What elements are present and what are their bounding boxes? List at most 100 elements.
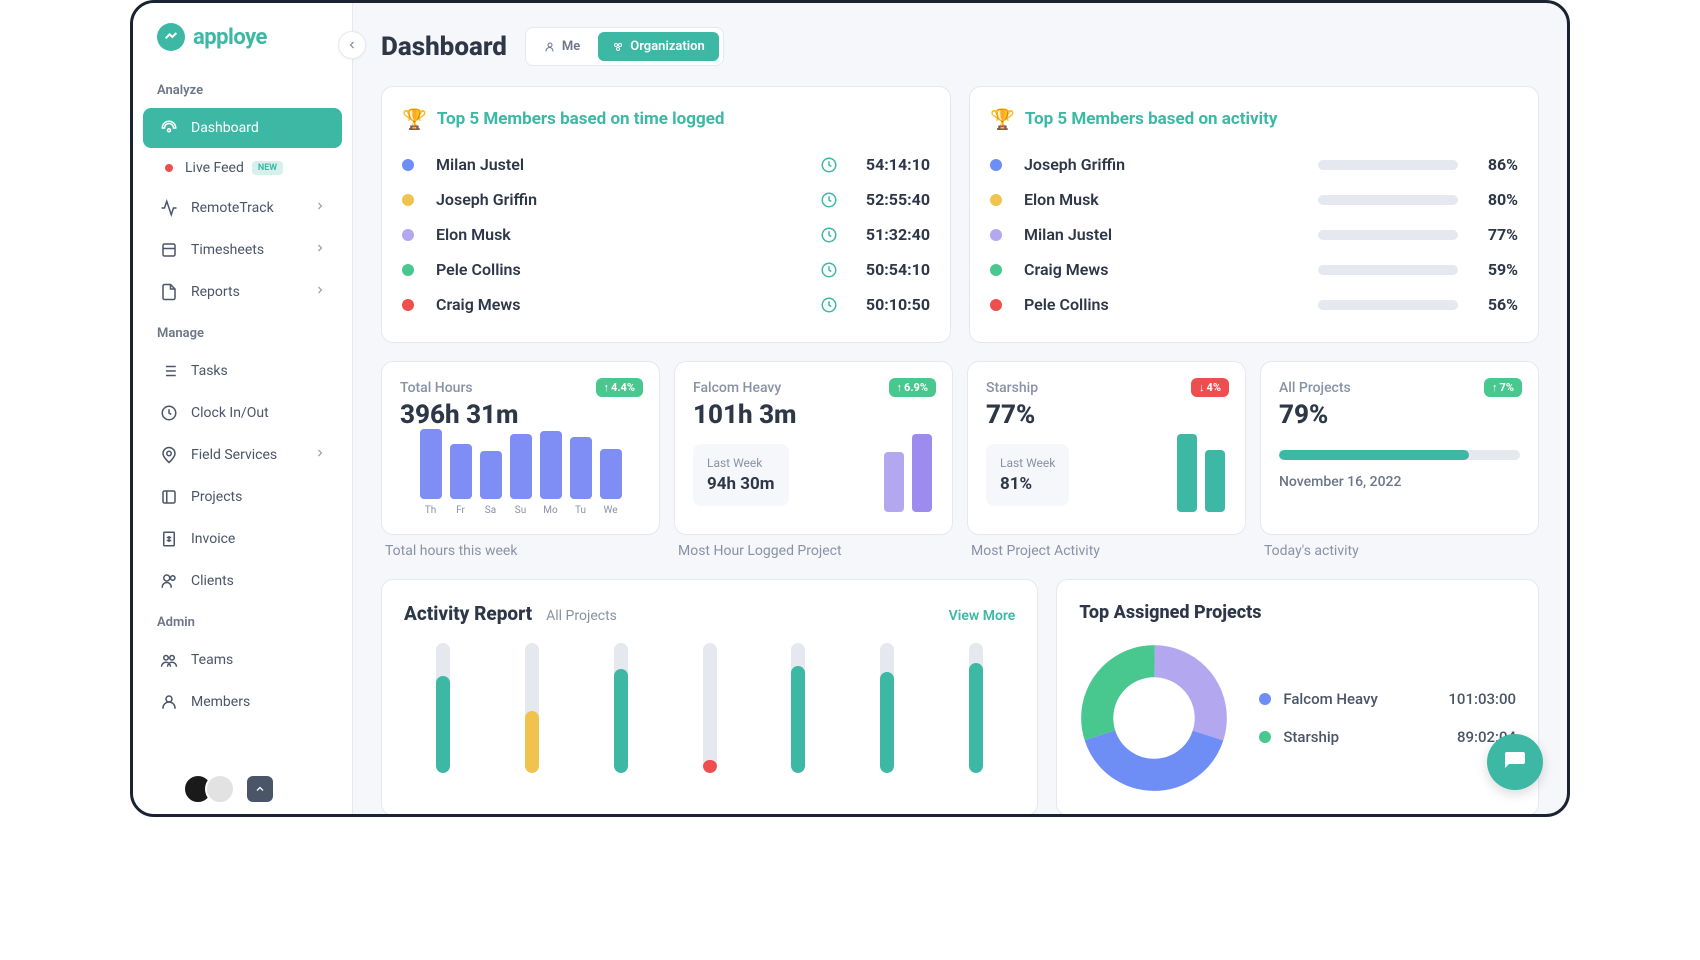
live-dot-icon xyxy=(165,164,173,172)
nav-section-label: Manage xyxy=(133,314,352,349)
member-name: Joseph Griffin xyxy=(1024,155,1318,174)
trophy-icon: 🏆 xyxy=(990,107,1015,131)
sidebar-item-dashboard[interactable]: Dashboard xyxy=(143,108,342,148)
sidebar: apploye Analyze Dashboard Live FeedNEW Remo… xyxy=(133,3,353,814)
brand-logo[interactable]: apploye xyxy=(133,23,352,71)
teams-icon xyxy=(159,650,179,670)
member-color-dot xyxy=(402,264,414,276)
sidebar-item-clients[interactable]: Clients xyxy=(143,561,342,601)
project-time: 101:03:00 xyxy=(1448,690,1516,708)
sidebar-item-remotetrack[interactable]: RemoteTrack xyxy=(143,188,342,228)
chevron-right-icon xyxy=(314,284,326,300)
member-color-dot xyxy=(990,194,1002,206)
sidebar-item-projects[interactable]: Projects xyxy=(143,477,342,517)
sidebar-item-live-feed[interactable]: Live FeedNEW xyxy=(143,150,342,186)
clients-icon xyxy=(159,571,179,591)
sidebar-item-label: Clients xyxy=(191,573,234,589)
sidebar-item-label: RemoteTrack xyxy=(191,200,274,216)
nav-section-label: Analyze xyxy=(133,71,352,106)
toggle-organization[interactable]: Organization xyxy=(598,32,718,61)
activity-pct: 86% xyxy=(1474,155,1518,174)
activity-report-title: Activity Report xyxy=(404,602,532,625)
field-icon xyxy=(159,445,179,465)
sidebar-item-reports[interactable]: Reports xyxy=(143,272,342,312)
chevron-right-icon xyxy=(314,200,326,216)
clock-icon xyxy=(820,261,838,279)
day-bar: Th xyxy=(420,429,442,516)
sidebar-item-label: Teams xyxy=(191,652,233,668)
app-window: apploye Analyze Dashboard Live FeedNEW Remo… xyxy=(130,0,1570,817)
member-name: Milan Justel xyxy=(1024,225,1318,244)
member-name: Craig Mews xyxy=(1024,260,1318,279)
stat-project-activity: ↓4% Starship 77% Last Week 81% xyxy=(967,361,1246,535)
sidebar-item-members[interactable]: Members xyxy=(143,682,342,722)
sidebar-item-label: Dashboard xyxy=(191,120,259,136)
member-row: Milan Justel54:14:10 xyxy=(402,147,930,182)
sidebar-item-tasks[interactable]: Tasks xyxy=(143,351,342,391)
nav-section-label: Admin xyxy=(133,603,352,638)
activity-pct: 56% xyxy=(1474,295,1518,314)
clock-icon xyxy=(159,403,179,423)
stat-all-projects: ↑7% All Projects 79% November 16, 2022 xyxy=(1260,361,1539,535)
legend-dot xyxy=(1259,731,1271,743)
member-color-dot xyxy=(402,159,414,171)
sidebar-item-label: Timesheets xyxy=(191,242,264,258)
clock-icon xyxy=(820,296,838,314)
top5-time-card: 🏆 Top 5 Members based on time logged Mil… xyxy=(381,86,951,343)
member-name: Joseph Griffin xyxy=(436,190,820,209)
activity-icon xyxy=(159,198,179,218)
member-name: Elon Musk xyxy=(436,225,820,244)
top5-activity-card: 🏆 Top 5 Members based on activity Joseph… xyxy=(969,86,1539,343)
member-color-dot xyxy=(402,299,414,311)
tasks-icon xyxy=(159,361,179,381)
sidebar-item-label: Clock In/Out xyxy=(191,405,269,421)
avatar xyxy=(205,774,235,804)
member-row: Joseph Griffin52:55:40 xyxy=(402,182,930,217)
activity-bar xyxy=(614,643,628,773)
member-name: Pele Collins xyxy=(436,260,820,279)
project-legend-row: Falcom Heavy101:03:00 xyxy=(1259,680,1516,718)
scroll-up-button[interactable] xyxy=(247,776,273,802)
sidebar-item-timesheets[interactable]: Timesheets xyxy=(143,230,342,270)
trend-badge: ↑6.9% xyxy=(889,378,936,397)
activity-bar xyxy=(791,643,805,773)
toggle-me[interactable]: Me xyxy=(530,32,594,61)
sidebar-item-label: Projects xyxy=(191,489,242,505)
member-row: Joseph Griffin 86% xyxy=(990,147,1518,182)
gauge-icon xyxy=(159,118,179,138)
time-value: 50:54:10 xyxy=(850,260,930,279)
activity-bar xyxy=(969,643,983,773)
projects-icon xyxy=(159,487,179,507)
view-more-link[interactable]: View More xyxy=(949,608,1016,624)
page-header: Dashboard Me Organization xyxy=(381,27,1539,66)
sidebar-item-invoice[interactable]: Invoice xyxy=(143,519,342,559)
chevron-right-icon xyxy=(314,447,326,463)
member-name: Elon Musk xyxy=(1024,190,1318,209)
sidebar-collapse-button[interactable] xyxy=(338,31,366,59)
sidebar-item-field-services[interactable]: Field Services xyxy=(143,435,342,475)
activity-bar xyxy=(1318,265,1458,275)
chat-fab-button[interactable] xyxy=(1487,734,1543,790)
trophy-icon: 🏆 xyxy=(402,107,427,131)
member-color-dot xyxy=(402,229,414,241)
date-text: November 16, 2022 xyxy=(1279,474,1520,490)
member-name: Craig Mews xyxy=(436,295,820,314)
activity-bar xyxy=(1318,160,1458,170)
stat-caption: Most Hour Logged Project xyxy=(674,543,953,559)
sidebar-item-teams[interactable]: Teams xyxy=(143,640,342,680)
sidebar-item-label: Invoice xyxy=(191,531,235,547)
clock-icon xyxy=(820,156,838,174)
activity-bar xyxy=(1318,195,1458,205)
member-name: Pele Collins xyxy=(1024,295,1318,314)
activity-bar xyxy=(525,643,539,773)
trend-badge: ↑7% xyxy=(1484,378,1522,397)
comparison-bars xyxy=(1177,434,1225,512)
project-name: Starship xyxy=(1283,728,1445,746)
sidebar-item-clock-in-out[interactable]: Clock In/Out xyxy=(143,393,342,433)
main-content: Dashboard Me Organization 🏆 Top 5 Member… xyxy=(353,3,1567,814)
sidebar-item-label: Members xyxy=(191,694,250,710)
legend-dot xyxy=(1259,693,1271,705)
bottom-avatar-stack[interactable] xyxy=(183,774,273,804)
toggle-me-label: Me xyxy=(562,39,580,54)
progress-bar xyxy=(1279,450,1520,460)
